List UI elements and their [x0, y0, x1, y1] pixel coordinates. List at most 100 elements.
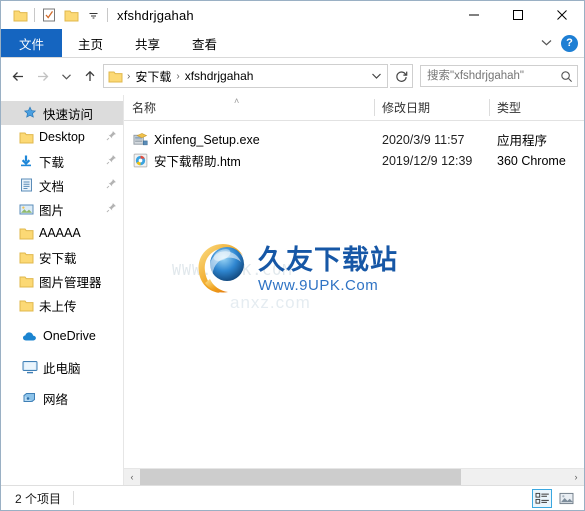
sidebar-item-downloads[interactable]: 下载 [1, 149, 123, 173]
refresh-button[interactable] [390, 64, 413, 88]
view-mode-buttons [532, 486, 576, 510]
watermark-faint-text-2: anxz.com [230, 293, 311, 312]
sidebar-item-picture-manager[interactable]: 图片管理器 [1, 269, 123, 293]
back-button[interactable] [7, 65, 29, 87]
sidebar-item-documents[interactable]: 文档 [1, 173, 123, 197]
sidebar-item-label: AAAAA [39, 226, 81, 240]
network-icon [21, 391, 39, 405]
file-date-cell: 2019/12/9 12:39 [382, 153, 473, 168]
file-name-label: 安下载帮助.htm [154, 155, 241, 169]
scrollbar-track[interactable] [140, 469, 568, 485]
pin-icon[interactable] [106, 202, 117, 216]
table-row[interactable]: 安下载帮助.htm 2019/12/9 12:39 360 Chrome [124, 150, 584, 171]
folder-icon[interactable] [9, 4, 31, 26]
quick-access-toolbar: xfshdrjgahah [1, 4, 194, 26]
chevron-down-icon[interactable] [540, 36, 553, 50]
properties-icon[interactable] [38, 4, 60, 26]
minimize-button[interactable] [452, 1, 496, 29]
file-date-cell: 2020/3/9 11:57 [382, 132, 465, 147]
address-dropdown-icon[interactable] [367, 72, 385, 80]
sidebar-item-quick-access[interactable]: 快速访问 [1, 101, 123, 125]
up-button[interactable] [79, 65, 101, 87]
breadcrumb-separator[interactable]: › [126, 71, 131, 82]
sidebar-item-label: 文档 [39, 179, 65, 194]
maximize-button[interactable] [496, 1, 540, 29]
navigation-pane[interactable]: 快速访问 Desktop 下载 文档 图片 AAAAA 安下载 图片管理器 未上… [1, 95, 123, 485]
large-icons-view-icon[interactable] [556, 489, 576, 508]
sidebar-item-onedrive[interactable]: OneDrive [1, 324, 123, 348]
tab-file[interactable]: 文件 [1, 29, 63, 57]
sidebar-item-pictures[interactable]: 图片 [1, 197, 123, 221]
watermark-text-block: 久友下载站 Www.9UPK.Com [258, 246, 398, 293]
column-header-label: 类型 [497, 101, 522, 115]
search-box[interactable] [420, 65, 578, 87]
file-explorer-window: xfshdrjgahah 文件 主页 共享 查看 ? › 安下载 › xfshd… [0, 0, 585, 511]
pin-icon[interactable] [106, 154, 117, 168]
new-folder-icon[interactable] [60, 4, 82, 26]
folder-icon [17, 251, 35, 264]
file-name-label: Xinfeng_Setup.exe [154, 132, 260, 147]
column-header-date[interactable]: 修改日期 [374, 95, 489, 120]
sidebar-item-aaaaa[interactable]: AAAAA [1, 221, 123, 245]
search-icon[interactable] [560, 70, 573, 83]
file-type-cell: 应用程序 [497, 134, 548, 148]
watermark-swoosh-icon [192, 239, 252, 302]
tab-home[interactable]: 主页 [62, 29, 119, 57]
sidebar-item-desktop[interactable]: Desktop [1, 125, 123, 149]
breadcrumb-bar[interactable]: › 安下载 › xfshdrjgahah [103, 64, 388, 88]
folder-icon [17, 131, 35, 144]
recent-locations-button[interactable] [55, 65, 77, 87]
file-name-cell[interactable]: 安下载帮助.htm [124, 151, 374, 170]
customize-dropdown-icon[interactable] [82, 4, 104, 26]
horizontal-scrollbar[interactable]: ‹ › [124, 468, 584, 485]
column-header-row: 名称 ˄ 修改日期 类型 [124, 95, 584, 121]
sidebar-item-anxiazai[interactable]: 安下载 [1, 245, 123, 269]
scroll-right-arrow-icon[interactable]: › [568, 469, 584, 485]
breadcrumb-item-1[interactable]: xfshdrjgahah [183, 69, 256, 83]
window-title: xfshdrjgahah [117, 7, 194, 23]
tab-share[interactable]: 共享 [119, 29, 176, 57]
breadcrumb-separator[interactable]: › [175, 71, 180, 82]
breadcrumb-folder-icon[interactable] [108, 70, 123, 83]
table-row[interactable]: Xinfeng_Setup.exe 2020/3/9 11:57 应用程序 [124, 129, 584, 150]
item-count-label: 2 个项目 [15, 491, 62, 506]
column-header-type[interactable]: 类型 [489, 95, 584, 120]
sort-ascending-icon: ˄ [234, 96, 240, 106]
help-icon[interactable]: ? [561, 34, 578, 52]
scroll-left-arrow-icon[interactable]: ‹ [124, 469, 140, 485]
sidebar-item-label: 图片管理器 [39, 275, 102, 290]
status-divider [73, 491, 75, 505]
forward-button[interactable] [31, 65, 53, 87]
sidebar-item-this-pc[interactable]: 此电脑 [1, 355, 123, 379]
sidebar-item-network[interactable]: 网络 [1, 386, 123, 410]
search-input[interactable] [425, 69, 560, 83]
sidebar-item-label: Desktop [39, 130, 85, 144]
sidebar-item-label: 快速访问 [43, 107, 94, 122]
tab-view[interactable]: 查看 [176, 29, 233, 57]
sidebar-item-not-uploaded[interactable]: 未上传 [1, 293, 123, 317]
breadcrumb-item-0[interactable]: 安下载 [133, 68, 173, 85]
file-list-pane: 名称 ˄ 修改日期 类型 Xinfeng_Setup.exe 2020/3/9 … [123, 95, 584, 485]
breadcrumb: › 安下载 › xfshdrjgahah [108, 68, 367, 85]
details-view-icon[interactable] [532, 488, 552, 508]
file-type-cell: 360 Chrome [497, 153, 566, 168]
scrollbar-thumb[interactable] [140, 469, 461, 485]
file-name-cell[interactable]: Xinfeng_Setup.exe [124, 132, 374, 148]
sidebar-item-label: 下载 [39, 155, 65, 170]
column-header-name[interactable]: 名称 ˄ [124, 95, 374, 120]
pin-icon[interactable] [106, 178, 117, 192]
download-icon [17, 154, 35, 168]
sidebar-item-label: 网络 [43, 392, 69, 407]
computer-icon [21, 360, 39, 374]
sidebar-item-label: 安下载 [39, 251, 77, 266]
window-controls [452, 1, 584, 29]
close-button[interactable] [540, 1, 584, 29]
folder-icon [17, 299, 35, 312]
documents-icon [17, 178, 35, 192]
title-divider [107, 8, 108, 22]
pin-icon[interactable] [106, 130, 117, 144]
watermark-logo: 久友下载站 Www.9UPK.Com [192, 239, 398, 302]
